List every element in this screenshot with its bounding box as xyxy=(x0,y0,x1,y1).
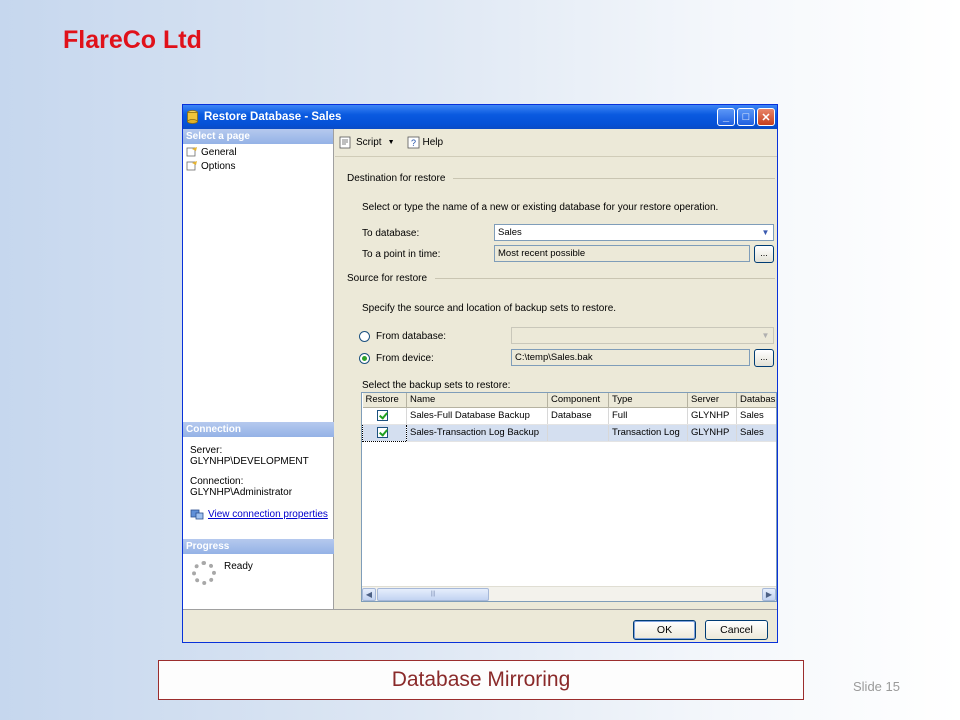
column-header-type[interactable]: Type xyxy=(608,393,688,408)
script-icon xyxy=(339,136,351,149)
dialog-footer: OK Cancel xyxy=(183,609,777,642)
help-button[interactable]: ? Help xyxy=(407,136,444,149)
database-icon xyxy=(187,110,198,124)
restore-checkbox[interactable] xyxy=(377,427,388,438)
left-pane: Select a page General Options Connection… xyxy=(183,129,334,609)
page-icon xyxy=(186,161,197,171)
row-database: Sales xyxy=(736,407,776,425)
from-device-value: C:\temp\Sales.bak xyxy=(515,352,593,363)
restore-database-dialog: Restore Database - Sales _ □ ✕ Select a … xyxy=(182,104,778,643)
caption-box: Database Mirroring xyxy=(158,660,804,700)
column-header-name[interactable]: Name xyxy=(406,393,548,408)
page-general-label: General xyxy=(201,146,237,158)
progress-status: Ready xyxy=(224,561,253,572)
page-general[interactable]: General xyxy=(183,145,333,159)
slide-caption: Database Mirroring xyxy=(391,668,571,691)
backup-sets-label: Select the backup sets to restore: xyxy=(362,380,511,391)
connection-value: GLYNHP\Administrator xyxy=(190,487,293,498)
row-server: GLYNHP xyxy=(687,407,737,425)
from-database-combo[interactable]: ▼ xyxy=(511,327,774,344)
table-row[interactable]: Sales-Full Database Backup Database Full… xyxy=(362,407,776,425)
page-options[interactable]: Options xyxy=(183,159,333,173)
column-header-server[interactable]: Server xyxy=(687,393,737,408)
column-header-component[interactable]: Component xyxy=(547,393,609,408)
row-database: Sales xyxy=(736,424,776,442)
scroll-right-icon[interactable]: ▶ xyxy=(762,588,776,601)
horizontal-scrollbar[interactable]: ◀ ||| ▶ xyxy=(362,586,776,601)
column-header-database[interactable]: Databas xyxy=(736,393,776,408)
point-in-time-label: To a point in time: xyxy=(362,249,441,260)
restore-checkbox[interactable] xyxy=(376,410,388,421)
point-in-time-field: Most recent possible xyxy=(494,245,750,262)
backup-sets-grid: Restore Name Component Type Server Datab… xyxy=(361,392,777,602)
server-label: Server: xyxy=(190,445,223,456)
connection-properties-icon xyxy=(190,509,204,520)
point-in-time-browse-button[interactable]: ... xyxy=(754,245,774,263)
cancel-button[interactable]: Cancel xyxy=(705,620,768,640)
progress-header: Progress xyxy=(183,539,334,554)
ok-button[interactable]: OK xyxy=(633,620,696,640)
script-dropdown-icon[interactable]: ▼ xyxy=(388,139,395,146)
table-header-row: Restore Name Component Type Server Datab… xyxy=(362,393,776,408)
to-database-label: To database: xyxy=(362,228,420,239)
source-header: Source for restore xyxy=(347,273,428,284)
destination-instructions: Select or type the name of a new or exis… xyxy=(362,202,719,213)
minimize-button[interactable]: _ xyxy=(717,108,735,126)
view-connection-properties-label: View connection properties xyxy=(208,508,328,520)
help-label: Help xyxy=(422,137,444,148)
destination-group-header: Destination for restore xyxy=(347,173,775,184)
row-server: GLYNHP xyxy=(687,424,737,442)
page-icon xyxy=(186,147,197,157)
from-device-field: C:\temp\Sales.bak xyxy=(511,349,750,366)
help-icon: ? xyxy=(407,136,419,149)
progress-spinner-icon xyxy=(192,561,216,585)
row-name: Sales-Transaction Log Backup xyxy=(406,424,548,442)
row-type: Transaction Log xyxy=(608,424,688,442)
connection-header: Connection xyxy=(183,422,334,437)
page-options-label: Options xyxy=(201,160,236,172)
row-type: Full xyxy=(608,407,688,425)
connection-label: Connection: xyxy=(190,476,244,487)
svg-text:?: ? xyxy=(411,138,416,148)
close-button[interactable]: ✕ xyxy=(757,108,775,126)
script-button[interactable]: Script ▼ xyxy=(339,136,395,149)
column-header-restore[interactable]: Restore xyxy=(362,393,407,408)
company-title: FlareCo Ltd xyxy=(63,26,202,54)
server-value: GLYNHP\DEVELOPMENT xyxy=(190,456,309,467)
point-in-time-value: Most recent possible xyxy=(498,248,586,259)
chevron-down-icon[interactable]: ▼ xyxy=(758,328,773,343)
from-device-radio[interactable] xyxy=(359,353,370,364)
toolbar: Script ▼ ? Help xyxy=(335,129,777,157)
backup-sets-table: Restore Name Component Type Server Datab… xyxy=(362,393,776,442)
row-component: Database xyxy=(547,407,609,425)
table-row[interactable]: Sales-Transaction Log Backup Transaction… xyxy=(362,423,776,442)
select-page-header: Select a page xyxy=(183,129,333,144)
source-instructions: Specify the source and location of backu… xyxy=(362,303,617,314)
from-device-label: From device: xyxy=(376,353,434,364)
row-name: Sales-Full Database Backup xyxy=(406,407,548,425)
to-database-value: Sales xyxy=(498,227,522,238)
row-component xyxy=(547,424,609,442)
source-group-header: Source for restore xyxy=(347,273,775,284)
destination-header: Destination for restore xyxy=(347,173,446,184)
title-bar[interactable]: Restore Database - Sales _ □ ✕ xyxy=(183,105,777,129)
maximize-button[interactable]: □ xyxy=(737,108,755,126)
from-database-radio[interactable] xyxy=(359,331,370,342)
from-database-label: From database: xyxy=(376,331,447,342)
chevron-down-icon[interactable]: ▼ xyxy=(758,225,773,240)
script-label: Script xyxy=(356,137,382,148)
scroll-left-icon[interactable]: ◀ xyxy=(362,588,376,601)
view-connection-properties-link[interactable]: View connection properties xyxy=(190,508,328,520)
to-database-combo[interactable]: Sales ▼ xyxy=(494,224,774,241)
slide-number: Slide 15 xyxy=(853,679,900,694)
from-device-browse-button[interactable]: ... xyxy=(754,349,774,367)
connection-info: Server: GLYNHP\DEVELOPMENT Connection: G… xyxy=(190,445,309,498)
right-pane: Script ▼ ? Help Destination for restore … xyxy=(335,129,777,609)
scroll-thumb[interactable]: ||| xyxy=(377,588,489,601)
window-title: Restore Database - Sales xyxy=(204,111,342,123)
